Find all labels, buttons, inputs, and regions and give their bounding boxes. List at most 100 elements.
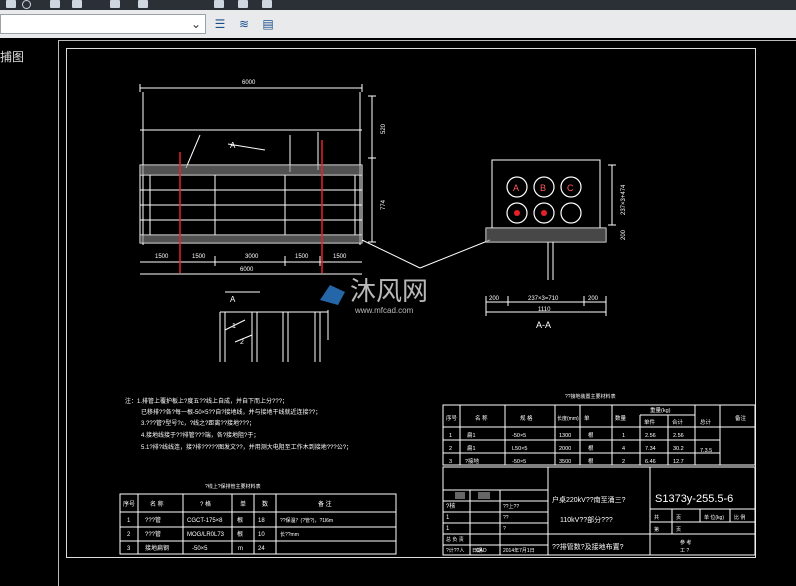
plan-number-2: 2 (240, 339, 244, 346)
watermark-logo-text: 沐风网 (350, 276, 428, 306)
ml-r2-c0: 3 (127, 546, 131, 552)
mr-r1-c7: 30.2 (673, 446, 684, 452)
elev-total-dim: 6000 (240, 267, 254, 273)
ml-h-2: ? 格 (200, 500, 211, 508)
mr-r0-c1: 扁1 (467, 431, 476, 439)
mr-h-1: 名 称 (475, 414, 488, 422)
elev-right-dim-2: 774 (381, 199, 387, 210)
ml-r1-c5: 长??mm (280, 531, 299, 538)
section-dim-3: 200 (588, 296, 599, 302)
mr-h-3: 长度(mm) (557, 415, 579, 422)
tb-meta2-1: 工 ? (680, 548, 689, 554)
ml-r0-c4: 18 (258, 518, 265, 524)
mr-r1-c5: 4 (622, 446, 625, 452)
elev-dim-3: 3000 (245, 254, 259, 260)
plan-section-mark: A (230, 295, 236, 304)
mr-h-0: 序号 (446, 414, 458, 422)
tb-row-right-0: ??上?? (503, 503, 519, 510)
ml-r1-c4: 10 (258, 532, 265, 538)
ml-h-5: 备 注 (318, 500, 332, 508)
title-block: ?核 1 1 总 负 责 ?计??人 日期 ??上?? ?? ? CAD 201… (442, 466, 756, 556)
tb-meta-2: 第 (654, 526, 659, 533)
materials-table-left: ?线上?保排管主要材料表 序号 名 称 ? 格 单 数 备 注 1 ???管 C… (119, 483, 397, 555)
tb-label-2: 1 (446, 526, 450, 532)
materials-left-title: ?线上?保排管主要材料表 (205, 483, 261, 490)
note-line-4: 4.接地线接于??排管???端，各?接地阻?于； (141, 431, 259, 439)
materials-right-title: ??接地装置主要材料表 (565, 393, 616, 400)
watermark-url: www.mfcad.com (354, 306, 414, 315)
cad-drawing: 6000 520 774 1500 1500 3000 1500 1500 60… (119, 80, 756, 556)
tb-row-right-2: ? (503, 526, 506, 532)
note-line-5: 5.1?排?线线连，接?排?????图发文??，并用测大电阻至工作木到接地???… (141, 443, 352, 451)
mr-r0-c3: 1300 (559, 433, 571, 439)
ml-r2-c1: 接地扁钢 (145, 544, 169, 552)
ml-r0-c2: CGCT-175×8 (187, 518, 223, 524)
project-line-2: 110kV??部分??? (560, 515, 613, 524)
tb-meta-3: 页 (676, 527, 681, 533)
elev-dim-1: 1500 (155, 254, 169, 260)
mr-r2-c4: 根 (588, 457, 594, 465)
tb-meta3-1: 比 例 (734, 514, 745, 521)
tb-meta2-0: 参 考 (680, 539, 691, 546)
mr-total: 7.3.5 (700, 448, 712, 454)
mr-h-7: 合计 (672, 418, 684, 426)
section-dim-1: 200 (489, 296, 500, 302)
watermark: 沐风网 www.mfcad.com (320, 276, 428, 315)
mr-h-9: 备注 (735, 414, 747, 422)
ml-r1-c0: 2 (127, 532, 131, 538)
watermark-logo-icon (320, 285, 345, 305)
ml-h-3: 单 (240, 500, 246, 508)
ml-r0-c3: 根 (237, 516, 243, 524)
project-line-1: 户桌220kV??南至涌三? (552, 495, 626, 504)
ml-h-4: 数 (262, 500, 268, 508)
mr-r2-c6: 6.46 (645, 459, 656, 465)
tb-meta3-0: 单 位(kg) (704, 514, 724, 521)
mr-r1-c3: 2000 (559, 446, 571, 452)
ml-h-0: 序号 (123, 500, 135, 508)
tb-label-3: 总 负 责 (446, 536, 464, 543)
section-dim-2: 237×3=710 (528, 296, 559, 302)
note-line-3: 3.???管?型号?c，?线之?距离??接地???； (141, 419, 255, 427)
mr-h-2: 规 格 (520, 414, 533, 422)
mr-r1-c4: 根 (588, 444, 594, 452)
ml-r0-c5: ??保温？(?管?)，?1l6m (280, 517, 333, 524)
ml-r1-c2: MOG/LR0L73 (187, 532, 225, 538)
tb-label-1: 1 (446, 515, 450, 521)
section-letter-b: B (540, 183, 546, 193)
ml-r1-c3: 根 (237, 530, 243, 538)
mr-r0-c7: 2.56 (673, 433, 684, 439)
mr-r2-c3: 3500 (559, 459, 571, 465)
mr-r1-c1: 扁1 (467, 444, 476, 452)
ml-h-1: 名 称 (150, 500, 164, 508)
tb-meta-0: 共 (654, 514, 659, 521)
tb-cad: CAD (476, 548, 487, 554)
tb-label-0: ?核 (446, 502, 455, 510)
elev-dim-5: 1500 (333, 254, 347, 260)
mr-r2-c7: 12.7 (673, 459, 684, 465)
section-label: A-A (536, 320, 551, 330)
tb-row-right-1: ?? (503, 515, 509, 521)
mr-r1-c2: L50×5 (512, 446, 527, 452)
elev-dim-4: 1500 (295, 254, 309, 260)
mr-r2-c0: 3 (449, 459, 452, 465)
plan-number-1: 1 (232, 323, 236, 330)
mr-weight-header: 重量(kg) (650, 406, 671, 414)
section-dim-right-1: 237×3+474 (621, 184, 627, 215)
ml-r2-c3: m (238, 546, 243, 552)
mr-r0-c0: 1 (449, 433, 452, 439)
drawing-number: S1373y-255.5-6 (655, 493, 733, 505)
mr-h-8: 总计 (700, 418, 712, 426)
elev-dim-2: 1500 (192, 254, 206, 260)
mr-r0-c6: 2.56 (645, 433, 656, 439)
elev-top-dim: 6000 (242, 80, 256, 86)
mr-h-4: 单 (584, 414, 590, 422)
note-line-1: 注：1.排管上覆护板上?度五??线上自成，并自下而上分???； (125, 397, 288, 405)
mr-r2-c1: ?接地 (465, 457, 480, 465)
tb-date: 2014年7月1日 (503, 547, 535, 554)
elev-section-mark: A (230, 141, 236, 150)
mr-r1-c0: 2 (449, 446, 452, 452)
ml-r1-c1: ???管 (145, 530, 161, 538)
drawing-title: ??排管数?及接地布置? (552, 542, 624, 551)
mr-r0-c5: 1 (622, 433, 625, 439)
ml-r0-c0: 1 (127, 518, 131, 524)
